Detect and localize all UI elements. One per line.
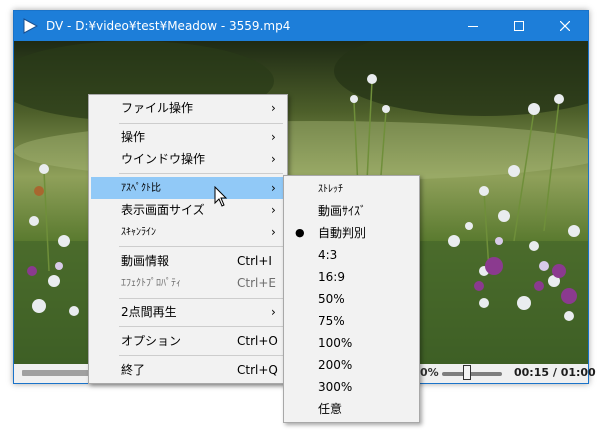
submenu-item-label: 16:9 [318,270,345,284]
close-button[interactable] [542,11,588,41]
volume-slider[interactable] [442,372,502,376]
chevron-right-icon: › [271,225,276,239]
menu-item-aspect-ratio[interactable]: ｱｽﾍﾟｸﾄ比 › [91,177,285,199]
volume-percent: 0% [420,366,439,379]
menu-item-video-info[interactable]: 動画情報 Ctrl+I [91,250,285,272]
menu-item-display-size[interactable]: 表示画面サイズ › [91,199,285,221]
menu-separator [119,355,283,356]
menu-item-label: 表示画面サイズ [121,203,205,217]
menu-separator [119,326,283,327]
chevron-right-icon: › [271,130,276,144]
menu-item-exit[interactable]: 終了 Ctrl+Q [91,359,285,381]
menu-item-effect-properties[interactable]: ｴﾌｪｸﾄﾌﾟﾛﾊﾟﾃｨ Ctrl+E [91,272,285,294]
submenu-item-label: 100% [318,336,353,350]
submenu-item-label: 4:3 [318,248,338,262]
menu-item-label: ｴﾌｪｸﾄﾌﾟﾛﾊﾟﾃｨ [121,278,181,289]
submenu-item-stretch[interactable]: ｽﾄﾚｯﾁ [286,178,417,200]
minimize-icon [468,26,478,27]
menu-item-label: ｽｷｬﾝﾗｲﾝ [121,227,156,238]
menu-separator [119,246,283,247]
menu-item-window-ops[interactable]: ウインドウ操作 › [91,148,285,170]
submenu-item-16-9[interactable]: 16:9 [286,266,417,288]
time-display: 00:15 / 01:00 [514,366,596,379]
submenu-item-custom[interactable]: 任意 [286,398,417,420]
submenu-item-label: 50% [318,292,345,306]
window-title: DV - D:¥video¥test¥Meadow - 3559.mp4 [46,19,291,33]
menu-item-label: ファイル操作 [121,101,194,115]
play-triangle-icon [23,18,38,34]
submenu-item-200[interactable]: 200% [286,354,417,376]
menu-item-shortcut: Ctrl+Q [237,363,278,377]
maximize-button[interactable] [496,11,542,41]
title-bar[interactable]: DV - D:¥video¥test¥Meadow - 3559.mp4 [14,11,588,41]
menu-item-options[interactable]: オプション Ctrl+O [91,330,285,352]
menu-item-ab-repeat[interactable]: 2点間再生 › [91,301,285,323]
submenu-item-100[interactable]: 100% [286,332,417,354]
submenu-item-75[interactable]: 75% [286,310,417,332]
menu-item-scanline[interactable]: ｽｷｬﾝﾗｲﾝ › [91,221,285,243]
submenu-item-label: 任意 [318,402,343,416]
submenu-item-300[interactable]: 300% [286,376,417,398]
submenu-item-50[interactable]: 50% [286,288,417,310]
menu-separator [119,298,283,299]
menu-item-label: ｱｽﾍﾟｸﾄ比 [121,183,161,194]
aspect-ratio-submenu: ｽﾄﾚｯﾁ 動画ｻｲｽﾞ ● 自動判別 4:3 16:9 50% 75% 100… [283,175,420,423]
submenu-item-label: ｽﾄﾚｯﾁ [318,184,343,195]
radio-bullet-icon: ● [295,226,305,239]
menu-item-file-ops[interactable]: ファイル操作 › [91,97,285,119]
menu-item-operation[interactable]: 操作 › [91,126,285,148]
chevron-right-icon: › [271,181,276,195]
submenu-item-video-size[interactable]: 動画ｻｲｽﾞ [286,200,417,222]
chevron-right-icon: › [271,305,276,319]
context-menu: ファイル操作 › 操作 › ウインドウ操作 › ｱｽﾍﾟｸﾄ比 › 表示画面サイ… [88,94,288,384]
menu-item-label: 終了 [121,363,146,377]
submenu-item-label: 300% [318,380,353,394]
mouse-cursor-icon [214,186,228,207]
menu-item-shortcut: Ctrl+E [237,276,276,290]
menu-item-label: 動画情報 [121,254,170,268]
chevron-right-icon: › [271,101,276,115]
volume-slider-thumb[interactable] [463,365,471,380]
chevron-right-icon: › [271,152,276,166]
menu-item-label: 操作 [121,130,146,144]
menu-separator [119,173,283,174]
menu-item-label: オプション [121,334,182,348]
menu-item-label: ウインドウ操作 [121,152,206,166]
submenu-item-4-3[interactable]: 4:3 [286,244,417,266]
minimize-button[interactable] [450,11,496,41]
submenu-item-auto-detect[interactable]: ● 自動判別 [286,222,417,244]
menu-item-label: 2点間再生 [121,305,177,319]
submenu-item-label: 自動判別 [318,226,367,240]
chevron-right-icon: › [271,203,276,217]
submenu-item-label: 75% [318,314,345,328]
close-icon [560,21,570,31]
menu-separator [119,123,283,124]
menu-item-shortcut: Ctrl+I [237,254,272,268]
submenu-item-label: 動画ｻｲｽﾞ [318,204,367,218]
submenu-item-label: 200% [318,358,353,372]
maximize-icon [514,21,524,31]
menu-item-shortcut: Ctrl+O [237,334,278,348]
